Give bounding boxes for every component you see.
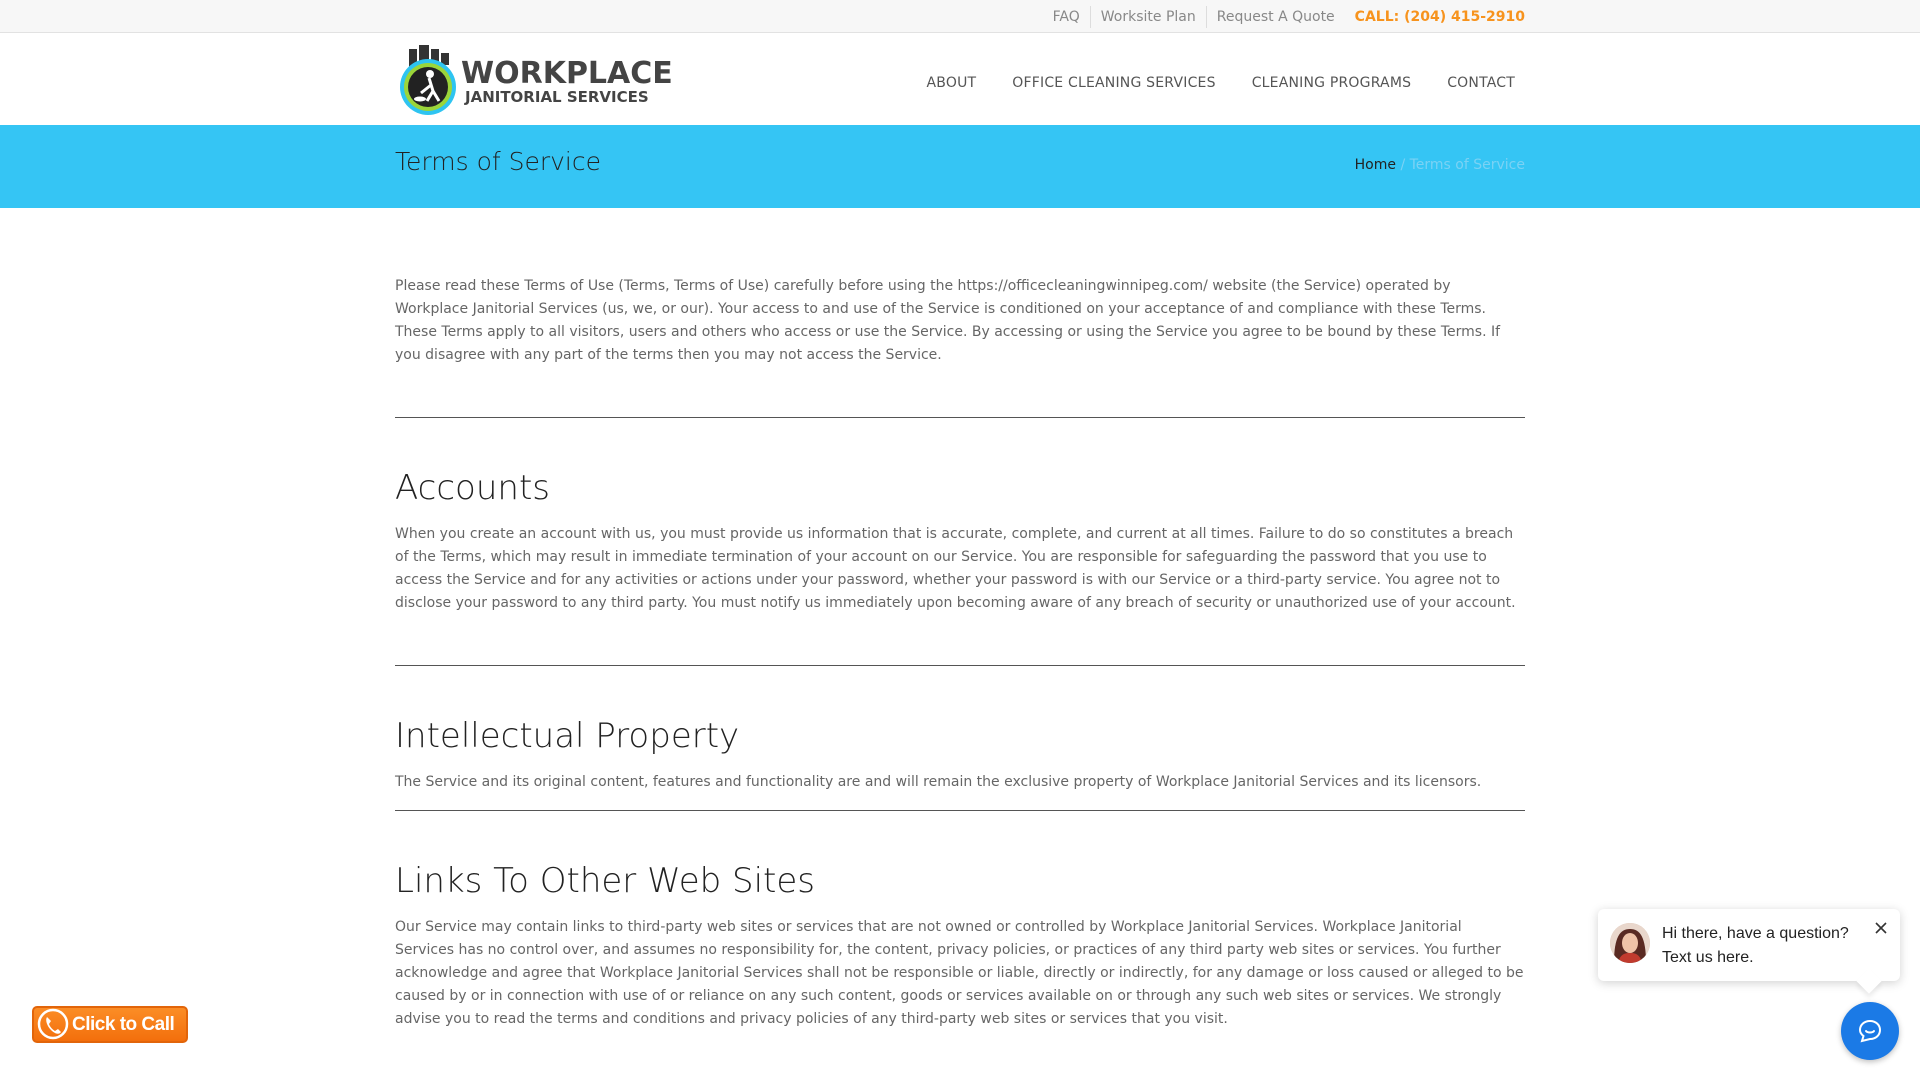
click-to-call-label: Click to Call — [72, 1013, 175, 1035]
section-divider — [395, 665, 1525, 666]
main-navigation: ABOUT OFFICE CLEANING SERVICES CLEANING … — [927, 33, 1515, 125]
nav-item-contact[interactable]: CONTACT — [1447, 75, 1515, 91]
section-body-accounts: When you create an account with us, you … — [395, 526, 1516, 611]
nav-item-about[interactable]: ABOUT — [927, 75, 977, 91]
top-utility-bar: FAQ Worksite Plan Request A Quote CALL: … — [0, 0, 1920, 33]
chat-agent-avatar — [1610, 923, 1650, 963]
section-body-links: Our Service may contain links to third-p… — [395, 919, 1524, 1027]
nav-item-office-cleaning[interactable]: OFFICE CLEANING SERVICES — [1012, 75, 1215, 91]
section-body-intellectual-property: The Service and its original content, fe… — [395, 774, 1482, 790]
breadcrumb-home-link[interactable]: Home — [1355, 157, 1396, 173]
terms-content: Please read these Terms of Use (Terms, T… — [395, 275, 1525, 1031]
chat-prompt-bubble[interactable]: Hi there, have a question? Text us here. — [1598, 909, 1900, 981]
section-heading-intellectual-property: Intellectual Property — [395, 716, 740, 756]
janitor-mascot-icon — [400, 45, 456, 115]
page-title-banner: Terms of Service Home / Terms of Service — [0, 125, 1920, 208]
close-icon[interactable] — [1874, 921, 1888, 935]
top-link-worksite-plan[interactable]: Worksite Plan — [1089, 5, 1206, 28]
logo-wordmark: WORKPLACE — [461, 56, 673, 91]
site-logo[interactable]: WORKPLACE JANITORIAL SERVICES — [395, 43, 675, 119]
chat-prompt-line1: Hi there, have a question? — [1662, 925, 1849, 942]
chat-prompt-line2: Text us here. — [1662, 949, 1754, 966]
nav-item-cleaning-programs[interactable]: CLEANING PROGRAMS — [1252, 75, 1412, 91]
section-divider — [395, 810, 1525, 811]
page-title: Terms of Service — [395, 147, 602, 176]
call-phone-number[interactable]: CALL: (204) 415-2910 — [1345, 9, 1525, 25]
top-link-faq[interactable]: FAQ — [1043, 6, 1090, 28]
top-links: FAQ Worksite Plan Request A Quote CALL: … — [1043, 0, 1525, 33]
chat-launcher-button[interactable] — [1841, 1002, 1899, 1060]
chat-prompt-text: Hi there, have a question? Text us here. — [1662, 922, 1862, 970]
phone-icon — [37, 1008, 69, 1040]
site-header: WORKPLACE JANITORIAL SERVICES ABOUT OFFI… — [0, 33, 1920, 125]
chat-bubble-icon — [1858, 1019, 1882, 1043]
section-heading-links: Links To Other Web Sites — [395, 861, 816, 901]
breadcrumb: Home / Terms of Service — [1355, 157, 1525, 173]
intro-paragraph: Please read these Terms of Use (Terms, T… — [395, 278, 1501, 363]
logo-tagline: JANITORIAL SERVICES — [464, 88, 649, 106]
section-divider — [395, 417, 1525, 418]
click-to-call-button[interactable]: Click to Call — [32, 1006, 188, 1043]
top-link-request-quote[interactable]: Request A Quote — [1205, 5, 1345, 28]
breadcrumb-separator: / — [1400, 157, 1406, 173]
breadcrumb-current: Terms of Service — [1409, 157, 1525, 173]
section-heading-accounts: Accounts — [395, 468, 550, 508]
